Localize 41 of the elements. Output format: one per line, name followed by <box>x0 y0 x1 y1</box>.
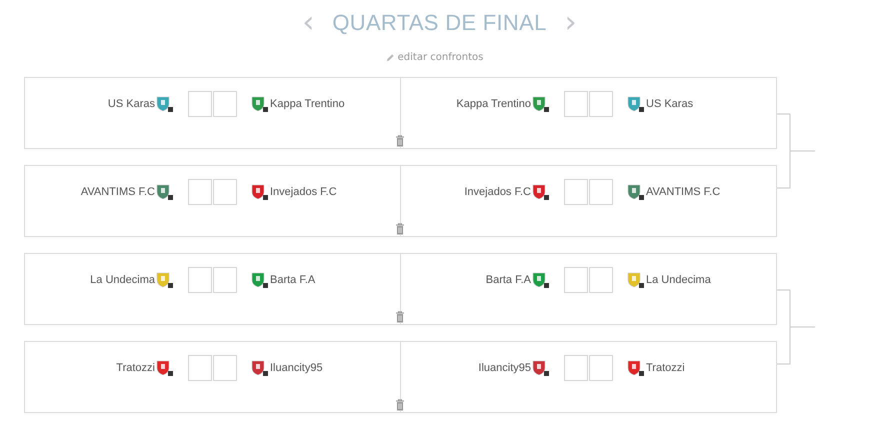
score-field[interactable] <box>589 91 613 117</box>
team-name: La Undecima <box>90 274 155 286</box>
score-field[interactable] <box>589 267 613 293</box>
team-name: Barta F.A <box>486 274 531 286</box>
score-field[interactable] <box>589 179 613 205</box>
delete-button[interactable] <box>395 223 405 235</box>
team-name: AVANTIMS F.C <box>80 186 155 198</box>
team-name: Invejados F.C <box>270 186 337 198</box>
score-field[interactable] <box>188 179 212 205</box>
delete-button[interactable] <box>395 399 405 411</box>
team-name: Invejados F.C <box>464 186 531 198</box>
score-field[interactable] <box>188 91 212 117</box>
team-name: Iluancity95 <box>270 362 323 374</box>
score-field[interactable] <box>213 179 237 205</box>
round-title: QUARTAS DE FINAL <box>332 10 547 36</box>
delete-button[interactable] <box>395 311 405 323</box>
score-field[interactable] <box>564 355 588 381</box>
delete-button[interactable] <box>395 135 405 147</box>
previous-round-link[interactable]: ‹ <box>298 9 318 37</box>
pencil-icon <box>386 53 395 62</box>
score-field[interactable] <box>564 267 588 293</box>
score-field[interactable] <box>188 267 212 293</box>
edit-matches-link[interactable]: editar confrontos <box>386 52 484 63</box>
team-name: US Karas <box>646 98 694 110</box>
next-round-link[interactable]: › <box>560 9 581 37</box>
team-name: La Undecima <box>646 274 711 286</box>
team-name: Tratozzi <box>646 362 685 374</box>
team-name: Kappa Trentino <box>270 98 345 110</box>
score-field[interactable] <box>213 355 237 381</box>
team-name: Tratozzi <box>116 362 155 374</box>
team-name: US Karas <box>108 98 155 110</box>
team-name: AVANTIMS F.C <box>646 186 720 198</box>
team-name: Barta F.A <box>270 274 316 286</box>
team-name: Kappa Trentino <box>456 98 531 110</box>
score-field[interactable] <box>188 355 212 381</box>
score-field[interactable] <box>213 91 237 117</box>
score-field[interactable] <box>589 355 613 381</box>
score-field[interactable] <box>564 179 588 205</box>
score-field[interactable] <box>213 267 237 293</box>
score-field[interactable] <box>564 91 588 117</box>
team-name: Iluancity95 <box>478 362 531 374</box>
